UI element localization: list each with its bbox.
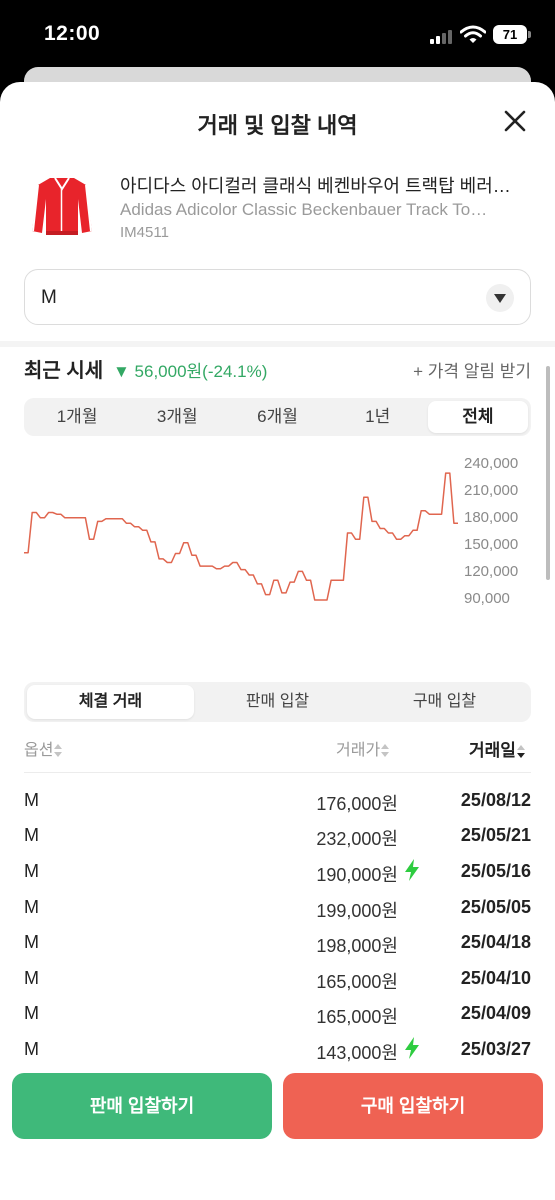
row-size: M bbox=[24, 1039, 39, 1059]
price-chart: 240,000 210,000 180,000 150,000 120,000 … bbox=[24, 450, 544, 610]
bottom-action-bar: 판매 입찰하기 구매 입찰하기 bbox=[0, 1062, 555, 1200]
transaction-tabs: 체결 거래 판매 입찰 구매 입찰 bbox=[24, 682, 531, 722]
table-row: M 176,000원 25/08/12 bbox=[24, 785, 531, 815]
buy-bid-button[interactable]: 구매 입찰하기 bbox=[283, 1073, 543, 1139]
sort-icon bbox=[54, 743, 63, 758]
tab-buy-bids[interactable]: 구매 입찰 bbox=[361, 685, 528, 719]
bottom-sheet: 거래 및 입찰 내역 아디다스 아디컬러 클래식 베켄바우어 트랙탑 베러… A… bbox=[0, 82, 555, 1200]
product-name-en: Adidas Adicolor Classic Beckenbauer Trac… bbox=[120, 200, 488, 219]
table-row: M 143,000원 25/03/27 bbox=[24, 1034, 531, 1064]
col-header-price[interactable]: 거래가 bbox=[336, 736, 390, 760]
row-date: 25/05/05 bbox=[460, 897, 531, 917]
lightning-bolt-icon bbox=[405, 859, 419, 881]
row-price: 165,000원 bbox=[316, 972, 398, 992]
y-tick-label: 90,000 bbox=[464, 590, 510, 607]
row-size: M bbox=[24, 790, 39, 810]
price-section-title: 최근 시세 bbox=[24, 360, 104, 382]
y-tick-label: 150,000 bbox=[464, 536, 519, 553]
battery-icon: 71 bbox=[493, 25, 527, 44]
size-value: M bbox=[41, 287, 57, 308]
table-row: M 165,000원 25/04/10 bbox=[24, 963, 531, 993]
row-size: M bbox=[24, 968, 39, 988]
col-header-date-label: 거래일 bbox=[469, 741, 516, 760]
col-header-option-label: 옵션 bbox=[24, 742, 54, 759]
row-price: 190,000원 bbox=[316, 865, 398, 885]
size-select[interactable]: M bbox=[24, 269, 531, 325]
row-size: M bbox=[24, 825, 39, 845]
period-tabs: 1개월 3개월 6개월 1년 전체 bbox=[24, 398, 531, 436]
price-series-line bbox=[24, 472, 458, 601]
product-code: IM4511 bbox=[120, 224, 169, 241]
product-image bbox=[26, 169, 98, 241]
row-date: 25/05/21 bbox=[460, 825, 531, 845]
row-size: M bbox=[24, 897, 39, 917]
row-date: 25/05/16 bbox=[460, 861, 531, 881]
table-row: M 198,000원 25/04/18 bbox=[24, 927, 531, 957]
row-date: 25/03/27 bbox=[460, 1039, 531, 1059]
signal-icon bbox=[430, 30, 456, 44]
tab-1-year[interactable]: 1년 bbox=[328, 401, 428, 433]
row-size: M bbox=[24, 1003, 39, 1023]
tab-3-months[interactable]: 3개월 bbox=[127, 401, 227, 433]
row-date: 25/04/18 bbox=[460, 932, 531, 952]
close-icon[interactable] bbox=[498, 104, 532, 138]
row-price: 199,000원 bbox=[316, 901, 398, 921]
sort-desc-icon bbox=[516, 744, 526, 759]
row-date: 25/04/09 bbox=[460, 1003, 531, 1023]
price-change: ▼ 56,000원(-24.1%) bbox=[113, 362, 268, 381]
row-date: 25/08/12 bbox=[460, 790, 531, 810]
row-price: 198,000원 bbox=[316, 936, 398, 956]
row-price: 165,000원 bbox=[316, 1007, 398, 1027]
col-header-option[interactable]: 옵션 bbox=[24, 736, 63, 760]
price-alert-button[interactable]: + 가격 알림 받기 bbox=[413, 357, 531, 382]
y-tick-label: 120,000 bbox=[464, 563, 519, 580]
tab-completed-trades[interactable]: 체결 거래 bbox=[27, 685, 194, 719]
table-row: M 199,000원 25/05/05 bbox=[24, 892, 531, 922]
row-size: M bbox=[24, 932, 39, 952]
section-divider bbox=[0, 341, 555, 347]
tab-all[interactable]: 전체 bbox=[427, 401, 529, 433]
product-name-ko: 아디다스 아디컬러 클래식 베켄바우어 트랙탑 베러… bbox=[120, 176, 511, 196]
table-row: M 165,000원 25/04/09 bbox=[24, 998, 531, 1028]
table-divider bbox=[24, 772, 531, 773]
tab-1-month[interactable]: 1개월 bbox=[27, 401, 127, 433]
row-price: 232,000원 bbox=[316, 829, 398, 849]
row-size: M bbox=[24, 861, 39, 881]
battery-tip bbox=[528, 31, 531, 38]
sheet-title: 거래 및 입찰 내역 bbox=[197, 113, 358, 138]
price-chart-svg bbox=[24, 472, 458, 601]
table-row: M 190,000원 25/05/16 bbox=[24, 856, 531, 886]
sell-bid-button[interactable]: 판매 입찰하기 bbox=[12, 1073, 272, 1139]
y-tick-label: 210,000 bbox=[464, 482, 519, 499]
row-price: 176,000원 bbox=[316, 794, 398, 814]
table-row: M 232,000원 25/05/21 bbox=[24, 820, 531, 850]
lightning-bolt-icon bbox=[405, 1037, 419, 1059]
status-bar: 12:00 71 bbox=[0, 0, 555, 70]
tab-sell-bids[interactable]: 판매 입찰 bbox=[194, 685, 361, 719]
y-tick-label: 240,000 bbox=[464, 455, 519, 472]
status-time: 12:00 bbox=[44, 22, 101, 45]
row-date: 25/04/10 bbox=[460, 968, 531, 988]
chevron-down-icon bbox=[486, 284, 514, 312]
col-header-date[interactable]: 거래일 bbox=[469, 736, 526, 761]
sort-icon bbox=[381, 743, 390, 758]
scrollbar[interactable] bbox=[546, 366, 550, 580]
wifi-icon bbox=[460, 25, 486, 43]
y-tick-label: 180,000 bbox=[464, 509, 519, 526]
tab-6-months[interactable]: 6개월 bbox=[227, 401, 327, 433]
col-header-price-label: 거래가 bbox=[336, 742, 381, 759]
